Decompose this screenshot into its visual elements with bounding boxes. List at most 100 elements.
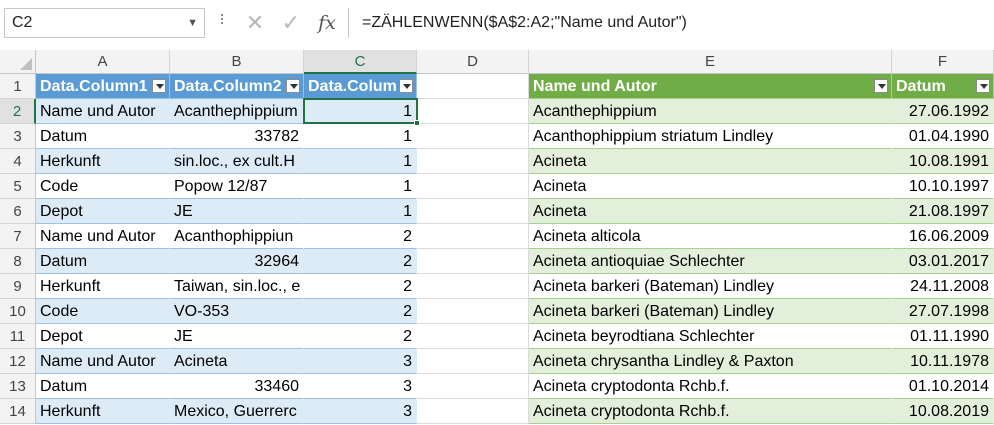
drag-handle-icon[interactable] — [215, 12, 229, 34]
cell-d6[interactable] — [417, 199, 529, 224]
chevron-down-icon[interactable]: ▼ — [187, 9, 198, 37]
table1-cell[interactable]: 1 — [304, 99, 417, 124]
cell-d2[interactable] — [417, 99, 529, 124]
cell-d8[interactable] — [417, 249, 529, 274]
column-header-c[interactable]: C — [304, 50, 417, 74]
table2-cell[interactable]: 10.10.1997 — [892, 174, 994, 199]
column-header-e[interactable]: E — [529, 50, 892, 74]
table1-cell[interactable]: 2 — [304, 274, 417, 299]
table2-cell[interactable]: 01.10.2014 — [892, 374, 994, 399]
cancel-button[interactable]: ✕ — [238, 8, 272, 38]
cell-d9[interactable] — [417, 274, 529, 299]
table1-cell[interactable]: JE — [170, 199, 304, 224]
table2-cell[interactable]: Acineta barkeri (Bateman) Lindley — [529, 299, 892, 324]
column-header-a[interactable]: A — [36, 50, 170, 74]
table2-header-2[interactable]: Datum — [892, 74, 994, 99]
table2-cell[interactable]: 01.11.1990 — [892, 324, 994, 349]
row-header-3[interactable]: 3 — [0, 124, 36, 149]
row-header-1[interactable]: 1 — [0, 74, 36, 99]
table1-cell[interactable]: 32964 — [170, 249, 304, 274]
table1-cell[interactable]: JE — [170, 324, 304, 349]
select-all-button[interactable] — [0, 50, 36, 74]
fill-handle[interactable] — [414, 120, 420, 126]
filter-dropdown-icon[interactable] — [152, 79, 166, 93]
row-header-5[interactable]: 5 — [0, 174, 36, 199]
cell-d7[interactable] — [417, 224, 529, 249]
table2-cell[interactable]: Acineta cryptodonta Rchb.f. — [529, 399, 892, 424]
table2-cell[interactable]: Acanthephippium — [529, 99, 892, 124]
enter-button[interactable]: ✓ — [274, 8, 308, 38]
cell-d4[interactable] — [417, 149, 529, 174]
table2-header-1[interactable]: Name und Autor — [529, 74, 892, 99]
row-header-6[interactable]: 6 — [0, 199, 36, 224]
cell-d14[interactable] — [417, 399, 529, 424]
table1-cell[interactable]: Herkunft — [36, 399, 170, 424]
column-header-f[interactable]: F — [892, 50, 994, 74]
cell-d11[interactable] — [417, 324, 529, 349]
table1-cell[interactable]: 3 — [304, 349, 417, 374]
table1-cell[interactable]: 1 — [304, 199, 417, 224]
table2-cell[interactable]: Acineta alticola — [529, 224, 892, 249]
filter-dropdown-icon[interactable] — [286, 79, 300, 93]
table2-cell[interactable]: 21.08.1997 — [892, 199, 994, 224]
table2-cell[interactable]: 10.08.1991 — [892, 149, 994, 174]
table2-cell[interactable]: Acanthophippium striatum Lindley — [529, 124, 892, 149]
table1-cell[interactable]: 2 — [304, 224, 417, 249]
table1-header-1[interactable]: Data.Column1 — [36, 74, 170, 99]
table1-cell[interactable]: Depot — [36, 324, 170, 349]
formula-input[interactable]: =ZÄHLENWENN($A$2:A2;"Name und Autor") — [350, 8, 994, 38]
table1-cell[interactable]: Datum — [36, 374, 170, 399]
table1-cell[interactable]: Name und Autor — [36, 349, 170, 374]
row-header-10[interactable]: 10 — [0, 299, 36, 324]
table1-cell[interactable]: VO-353 — [170, 299, 304, 324]
table2-cell[interactable]: 24.11.2008 — [892, 274, 994, 299]
table1-cell[interactable]: 1 — [304, 174, 417, 199]
table2-cell[interactable]: Acineta antioquiae Schlechter — [529, 249, 892, 274]
table1-cell[interactable]: 1 — [304, 124, 417, 149]
table2-cell[interactable]: 10.11.1978 — [892, 349, 994, 374]
row-header-13[interactable]: 13 — [0, 374, 36, 399]
table2-cell[interactable]: 01.04.1990 — [892, 124, 994, 149]
table2-cell[interactable]: Acineta — [529, 199, 892, 224]
row-header-8[interactable]: 8 — [0, 249, 36, 274]
table1-cell[interactable]: 3 — [304, 374, 417, 399]
table2-cell[interactable]: 03.01.2017 — [892, 249, 994, 274]
table1-cell[interactable]: Datum — [36, 249, 170, 274]
table1-cell[interactable]: Acineta — [170, 349, 304, 374]
filter-dropdown-icon[interactable] — [976, 79, 990, 93]
table1-cell[interactable]: Name und Autor — [36, 99, 170, 124]
table1-cell[interactable]: Acanthephippium — [170, 99, 304, 124]
table1-cell[interactable]: Name und Autor — [36, 224, 170, 249]
table2-cell[interactable]: Acineta — [529, 149, 892, 174]
name-box[interactable]: C2 ▼ — [4, 8, 205, 38]
table1-cell[interactable]: 2 — [304, 324, 417, 349]
filter-dropdown-icon[interactable] — [874, 79, 888, 93]
row-header-2[interactable]: 2 — [0, 99, 36, 124]
table2-cell[interactable]: 27.06.1992 — [892, 99, 994, 124]
row-header-9[interactable]: 9 — [0, 274, 36, 299]
table1-cell[interactable]: Datum — [36, 124, 170, 149]
table1-cell[interactable]: 33782 — [170, 124, 304, 149]
table1-cell[interactable]: 1 — [304, 149, 417, 174]
cell-d1[interactable] — [417, 74, 529, 99]
table1-header-2[interactable]: Data.Column2 — [170, 74, 304, 99]
table1-header-3[interactable]: Data.Colum — [304, 74, 417, 99]
table2-cell[interactable]: 16.06.2009 — [892, 224, 994, 249]
cell-d3[interactable] — [417, 124, 529, 149]
table1-cell[interactable]: Code — [36, 174, 170, 199]
cell-d12[interactable] — [417, 349, 529, 374]
table1-cell[interactable]: sin.loc., ex cult.H — [170, 149, 304, 174]
table2-cell[interactable]: 27.07.1998 — [892, 299, 994, 324]
column-header-d[interactable]: D — [417, 50, 529, 74]
cell-d10[interactable] — [417, 299, 529, 324]
table2-cell[interactable]: Acineta chrysantha Lindley & Paxton — [529, 349, 892, 374]
row-header-12[interactable]: 12 — [0, 349, 36, 374]
row-header-14[interactable]: 14 — [0, 399, 36, 424]
table1-cell[interactable]: Code — [36, 299, 170, 324]
worksheet-grid[interactable]: A B C D E F 1 2 3 4 5 6 7 8 9 10 11 12 13 14 Data.Column1 Dat… — [0, 50, 994, 425]
insert-function-button[interactable]: fx — [310, 8, 344, 38]
table2-cell[interactable]: 10.08.2019 — [892, 399, 994, 424]
table2-cell[interactable]: Acineta — [529, 174, 892, 199]
cell-d13[interactable] — [417, 374, 529, 399]
table1-cell[interactable]: Herkunft — [36, 149, 170, 174]
